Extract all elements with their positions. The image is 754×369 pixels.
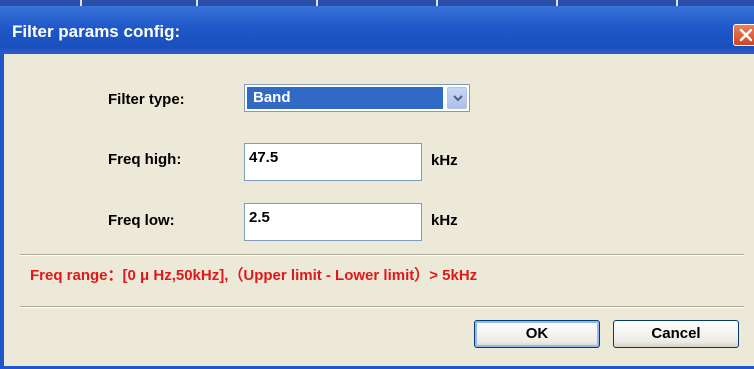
close-button[interactable]: [733, 24, 754, 46]
filter-type-label: Filter type:: [108, 91, 185, 108]
freq-range-note: Freq range：[0 μ Hz,50kHz],（Upper limit -…: [30, 267, 478, 284]
filter-type-select[interactable]: Band: [244, 84, 470, 112]
freq-high-unit: kHz: [431, 152, 458, 169]
freq-high-input[interactable]: 47.5: [244, 143, 422, 181]
freq-low-label: Freq low:: [108, 212, 175, 229]
separator-bottom: [20, 306, 744, 308]
cancel-button[interactable]: Cancel: [613, 320, 739, 348]
chevron-down-icon: [453, 95, 463, 102]
separator-top: [20, 254, 744, 256]
freq-high-label: Freq high:: [108, 151, 182, 168]
dropdown-button[interactable]: [447, 87, 467, 109]
freq-low-input[interactable]: 2.5: [244, 203, 422, 241]
dialog-title: Filter params config:: [12, 22, 181, 41]
filter-type-selected-value: Band: [247, 87, 443, 109]
close-icon: [739, 28, 753, 42]
dialog-title-bar[interactable]: Filter params config:: [0, 6, 754, 54]
freq-low-unit: kHz: [431, 212, 458, 229]
ok-button[interactable]: OK: [474, 320, 600, 348]
